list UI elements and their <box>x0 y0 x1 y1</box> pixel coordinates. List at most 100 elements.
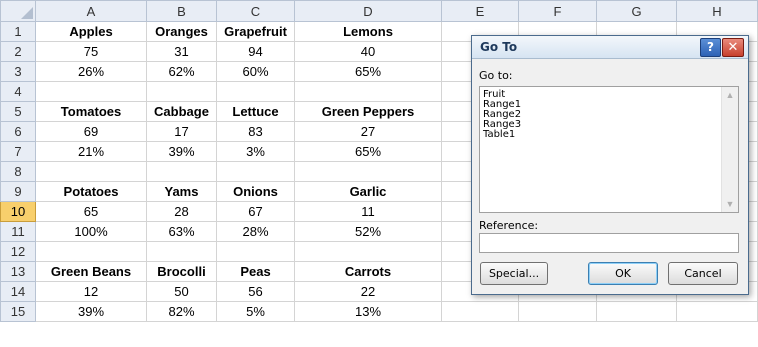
cell-d15[interactable]: 13% <box>294 301 442 322</box>
reference-input[interactable] <box>479 233 739 253</box>
cell-a14[interactable]: 12 <box>35 281 147 302</box>
cell-a9[interactable]: Potatoes <box>35 181 147 202</box>
cell-b4[interactable] <box>146 81 217 102</box>
cell-a12[interactable] <box>35 241 147 262</box>
cell-b1[interactable]: Oranges <box>146 21 217 42</box>
cell-d12[interactable] <box>294 241 442 262</box>
row-header-3[interactable]: 3 <box>0 61 36 82</box>
cell-d9[interactable]: Garlic <box>294 181 442 202</box>
cell-c3[interactable]: 60% <box>216 61 295 82</box>
cell-g15[interactable] <box>596 301 677 322</box>
scroll-down-icon[interactable]: ▼ <box>725 199 735 209</box>
row-header-15[interactable]: 15 <box>0 301 36 322</box>
row-header-9[interactable]: 9 <box>0 181 36 202</box>
column-header-g[interactable]: G <box>596 0 677 22</box>
cell-d2[interactable]: 40 <box>294 41 442 62</box>
column-header-c[interactable]: C <box>216 0 295 22</box>
column-header-b[interactable]: B <box>146 0 217 22</box>
cell-a5[interactable]: Tomatoes <box>35 101 147 122</box>
cell-c8[interactable] <box>216 161 295 182</box>
cell-d6[interactable]: 27 <box>294 121 442 142</box>
column-header-e[interactable]: E <box>441 0 519 22</box>
row-header-12[interactable]: 12 <box>0 241 36 262</box>
cell-b14[interactable]: 50 <box>146 281 217 302</box>
cell-d3[interactable]: 65% <box>294 61 442 82</box>
cell-b8[interactable] <box>146 161 217 182</box>
cell-a2[interactable]: 75 <box>35 41 147 62</box>
cell-b5[interactable]: Cabbage <box>146 101 217 122</box>
close-button[interactable]: ✕ <box>722 38 744 57</box>
cell-b6[interactable]: 17 <box>146 121 217 142</box>
cell-b13[interactable]: Brocolli <box>146 261 217 282</box>
row-header-5[interactable]: 5 <box>0 101 36 122</box>
scroll-up-icon[interactable]: ▲ <box>725 90 735 100</box>
cell-a7[interactable]: 21% <box>35 141 147 162</box>
cell-a15[interactable]: 39% <box>35 301 147 322</box>
cell-c11[interactable]: 28% <box>216 221 295 242</box>
cell-c5[interactable]: Lettuce <box>216 101 295 122</box>
row-header-1[interactable]: 1 <box>0 21 36 42</box>
cell-d4[interactable] <box>294 81 442 102</box>
cell-c12[interactable] <box>216 241 295 262</box>
list-item[interactable]: Table1 <box>480 130 738 140</box>
cell-d13[interactable]: Carrots <box>294 261 442 282</box>
column-header-f[interactable]: F <box>518 0 597 22</box>
cell-d8[interactable] <box>294 161 442 182</box>
cell-d7[interactable]: 65% <box>294 141 442 162</box>
column-header-h[interactable]: H <box>676 0 758 22</box>
cell-c9[interactable]: Onions <box>216 181 295 202</box>
row-header-8[interactable]: 8 <box>0 161 36 182</box>
cell-c2[interactable]: 94 <box>216 41 295 62</box>
goto-list[interactable]: Fruit Range1 Range2 Range3 Table1 ▲ ▼ <box>479 86 739 213</box>
row-header-14[interactable]: 14 <box>0 281 36 302</box>
row-header-2[interactable]: 2 <box>0 41 36 62</box>
column-header-a[interactable]: A <box>35 0 147 22</box>
cell-c10[interactable]: 67 <box>216 201 295 222</box>
cell-c4[interactable] <box>216 81 295 102</box>
cell-a10[interactable]: 65 <box>35 201 147 222</box>
row-header-11[interactable]: 11 <box>0 221 36 242</box>
cell-a11[interactable]: 100% <box>35 221 147 242</box>
help-button[interactable]: ? <box>700 38 721 57</box>
cell-d11[interactable]: 52% <box>294 221 442 242</box>
cell-f15[interactable] <box>518 301 597 322</box>
cell-c1[interactable]: Grapefruit <box>216 21 295 42</box>
cell-b3[interactable]: 62% <box>146 61 217 82</box>
special-button[interactable]: Special... <box>480 262 548 285</box>
cell-a4[interactable] <box>35 81 147 102</box>
ok-button[interactable]: OK <box>588 262 658 285</box>
row-header-10[interactable]: 10 <box>0 201 36 222</box>
cell-a8[interactable] <box>35 161 147 182</box>
cell-b12[interactable] <box>146 241 217 262</box>
cell-c15[interactable]: 5% <box>216 301 295 322</box>
row-header-13[interactable]: 13 <box>0 261 36 282</box>
cell-c13[interactable]: Peas <box>216 261 295 282</box>
cell-e15[interactable] <box>441 301 519 322</box>
cell-c7[interactable]: 3% <box>216 141 295 162</box>
cell-b10[interactable]: 28 <box>146 201 217 222</box>
cell-d1[interactable]: Lemons <box>294 21 442 42</box>
cell-b11[interactable]: 63% <box>146 221 217 242</box>
row-header-7[interactable]: 7 <box>0 141 36 162</box>
cancel-button[interactable]: Cancel <box>668 262 738 285</box>
cell-a13[interactable]: Green Beans <box>35 261 147 282</box>
row-header-6[interactable]: 6 <box>0 121 36 142</box>
cell-c6[interactable]: 83 <box>216 121 295 142</box>
cell-h15[interactable] <box>676 301 758 322</box>
cell-a1[interactable]: Apples <box>35 21 147 42</box>
list-scrollbar[interactable]: ▲ ▼ <box>721 87 738 212</box>
select-all-corner[interactable] <box>0 0 36 22</box>
row-header-4[interactable]: 4 <box>0 81 36 102</box>
cell-c14[interactable]: 56 <box>216 281 295 302</box>
cell-d14[interactable]: 22 <box>294 281 442 302</box>
cell-b2[interactable]: 31 <box>146 41 217 62</box>
cell-b9[interactable]: Yams <box>146 181 217 202</box>
list-item[interactable]: Range3 <box>480 120 738 130</box>
cell-d10[interactable]: 11 <box>294 201 442 222</box>
cell-b15[interactable]: 82% <box>146 301 217 322</box>
cell-b7[interactable]: 39% <box>146 141 217 162</box>
column-header-d[interactable]: D <box>294 0 442 22</box>
cell-a6[interactable]: 69 <box>35 121 147 142</box>
cell-a3[interactable]: 26% <box>35 61 147 82</box>
cell-d5[interactable]: Green Peppers <box>294 101 442 122</box>
